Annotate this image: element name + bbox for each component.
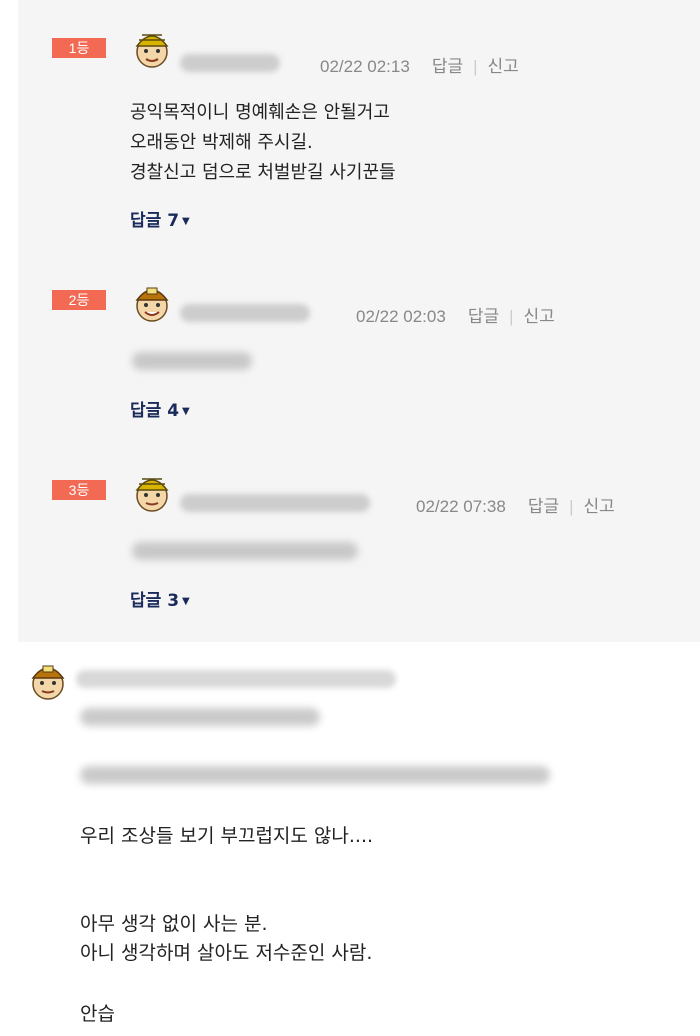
comment-text: 아무 생각 없이 사는 분. 아니 생각하며 살아도 저수준인 사람. [80,913,373,964]
comment-date: 02/22 07:38 [416,497,506,516]
comment-item: 우리 조상들 보기 부끄럽지도 않나.... 아무 생각 없이 사는 분. 아니… [0,642,700,1036]
replies-count: 7 [167,211,180,231]
replies-toggle[interactable]: 답글 3 ▼ [130,586,190,611]
replies-count: 4 [167,401,180,421]
separator: | [569,497,574,516]
reply-link[interactable]: 답글 [468,307,499,326]
username-blurred[interactable] [180,304,310,322]
separator: | [509,307,514,326]
reply-link[interactable]: 답글 [432,57,463,76]
avatar-icon[interactable] [130,470,174,514]
comment-text: 우리 조상들 보기 부끄럽지도 않나.... [80,825,374,847]
rank-badge: 2등 [52,290,106,310]
reply-link[interactable]: 답글 [528,497,559,516]
chevron-down-icon: ▼ [182,595,190,607]
comment-meta: 02/22 07:38 답글 | 신고 [416,492,615,517]
replies-toggle[interactable]: 답글 4 ▼ [130,396,190,421]
comment-text: 안습 [80,1003,115,1025]
separator: | [473,57,478,76]
rank-badge: 1등 [52,38,106,58]
comment-meta: 02/22 02:03 답글 | 신고 [356,302,555,327]
report-link[interactable]: 신고 [488,57,519,76]
replies-count: 3 [167,591,180,611]
avatar-icon[interactable] [130,26,174,70]
chevron-down-icon: ▼ [182,405,190,417]
username-blurred[interactable] [76,670,396,688]
comment-meta: 02/22 02:13 답글 | 신고 [320,52,519,77]
comment-text-blurred [80,766,550,784]
replies-label: 답글 [130,401,162,421]
report-link[interactable]: 신고 [584,497,615,516]
comment-text-blurred [132,352,252,370]
report-link[interactable]: 신고 [524,307,555,326]
replies-label: 답글 [130,211,162,231]
comment-date: 02/22 02:03 [356,307,446,326]
rank-badge: 3등 [52,480,106,500]
best-comments-panel: 1등 02/22 02:13 답글 | 신고 공익목적이니 명예훼손은 안될거고 오래… [18,0,700,642]
replies-toggle[interactable]: 답글 7 ▼ [130,206,190,231]
comment-date: 02/22 02:13 [320,57,410,76]
avatar-icon[interactable] [26,658,70,702]
comment-text-blurred [132,542,358,560]
username-blurred[interactable] [180,494,370,512]
chevron-down-icon: ▼ [182,215,190,227]
comment-text-blurred [80,708,320,726]
username-blurred[interactable] [180,54,280,72]
avatar-icon[interactable] [130,280,174,324]
comment-text: 공익목적이니 명예훼손은 안될거고 오래동안 박제해 주시길. 경찰신고 덤으로… [130,102,396,183]
replies-label: 답글 [130,591,162,611]
